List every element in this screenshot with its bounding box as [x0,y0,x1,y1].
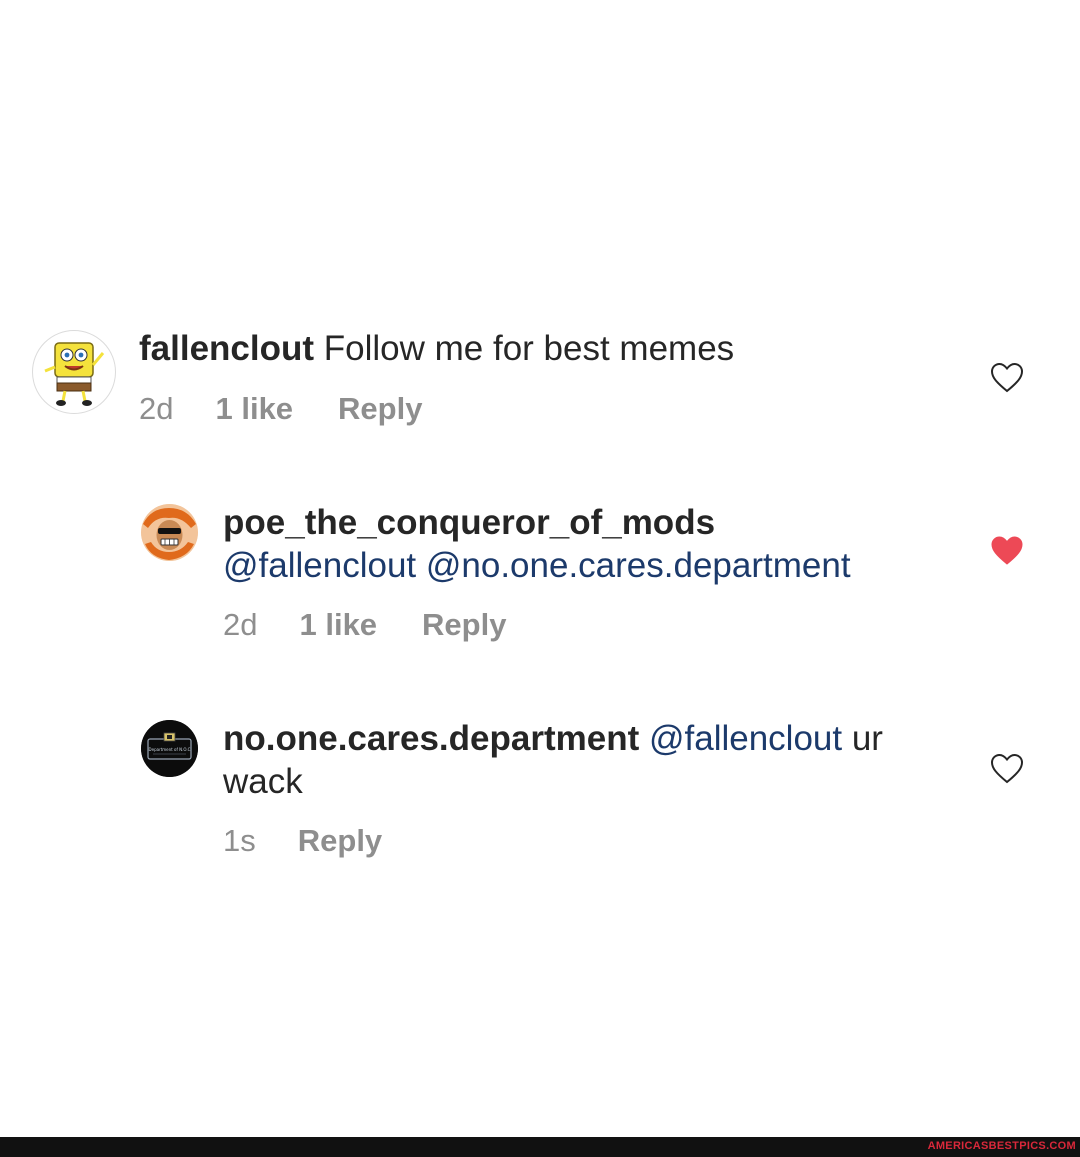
avatar-fallenclout[interactable] [32,330,116,414]
reply-button[interactable]: Reply [338,391,422,427]
comment-timestamp: 2d [139,391,174,426]
heart-outline-icon[interactable] [990,361,1024,395]
avatar-poe[interactable] [141,504,198,561]
watermark-bar: AMERICASBESTPICS.COM [0,1137,1080,1157]
comment-meta: 2d 1 like Reply [139,391,422,427]
comment-like-count[interactable]: 1 like [215,391,293,427]
department-logo-icon: Department of N.O.C [141,720,198,777]
comment-body: fallenclout Follow me for best memes [139,327,939,370]
comment-text: ur [851,719,883,758]
mention-link-fallenclout[interactable]: @fallenclout [223,546,416,585]
comment-timestamp: 2d [223,607,258,642]
reply-button[interactable]: Reply [422,607,506,643]
comment-meta: 1s Reply [223,823,382,859]
heart-outline-icon[interactable] [990,752,1024,786]
mention-link-no-one-cares[interactable]: @no.one.cares.department [426,546,851,585]
comment-meta: 2d 1 like Reply [223,607,506,643]
comment-username[interactable]: poe_the_conqueror_of_mods [223,501,963,544]
spongebob-avatar-icon [44,342,105,406]
comment-text: Follow me for best memes [323,329,735,368]
heart-filled-icon[interactable] [990,534,1024,568]
reply-button[interactable]: Reply [298,823,382,859]
avatar-no-one-cares[interactable]: Department of N.O.C [141,720,198,777]
comment-body: no.one.cares.department @fallenclout ur … [223,717,963,803]
comment-text-continued: wack [223,762,303,801]
comment-username[interactable]: fallenclout [139,329,314,368]
poe-avatar-icon [141,504,198,561]
comment-body: poe_the_conqueror_of_mods @fallenclout @… [223,501,963,587]
watermark-text: AMERICASBESTPICS.COM [927,1140,1076,1152]
comment-like-count[interactable]: 1 like [299,607,377,643]
comment-username[interactable]: no.one.cares.department [223,719,639,758]
mention-link-fallenclout[interactable]: @fallenclout [649,719,842,758]
svg-text:Department of N.O.C: Department of N.O.C [149,747,191,752]
comment-timestamp: 1s [223,823,256,858]
